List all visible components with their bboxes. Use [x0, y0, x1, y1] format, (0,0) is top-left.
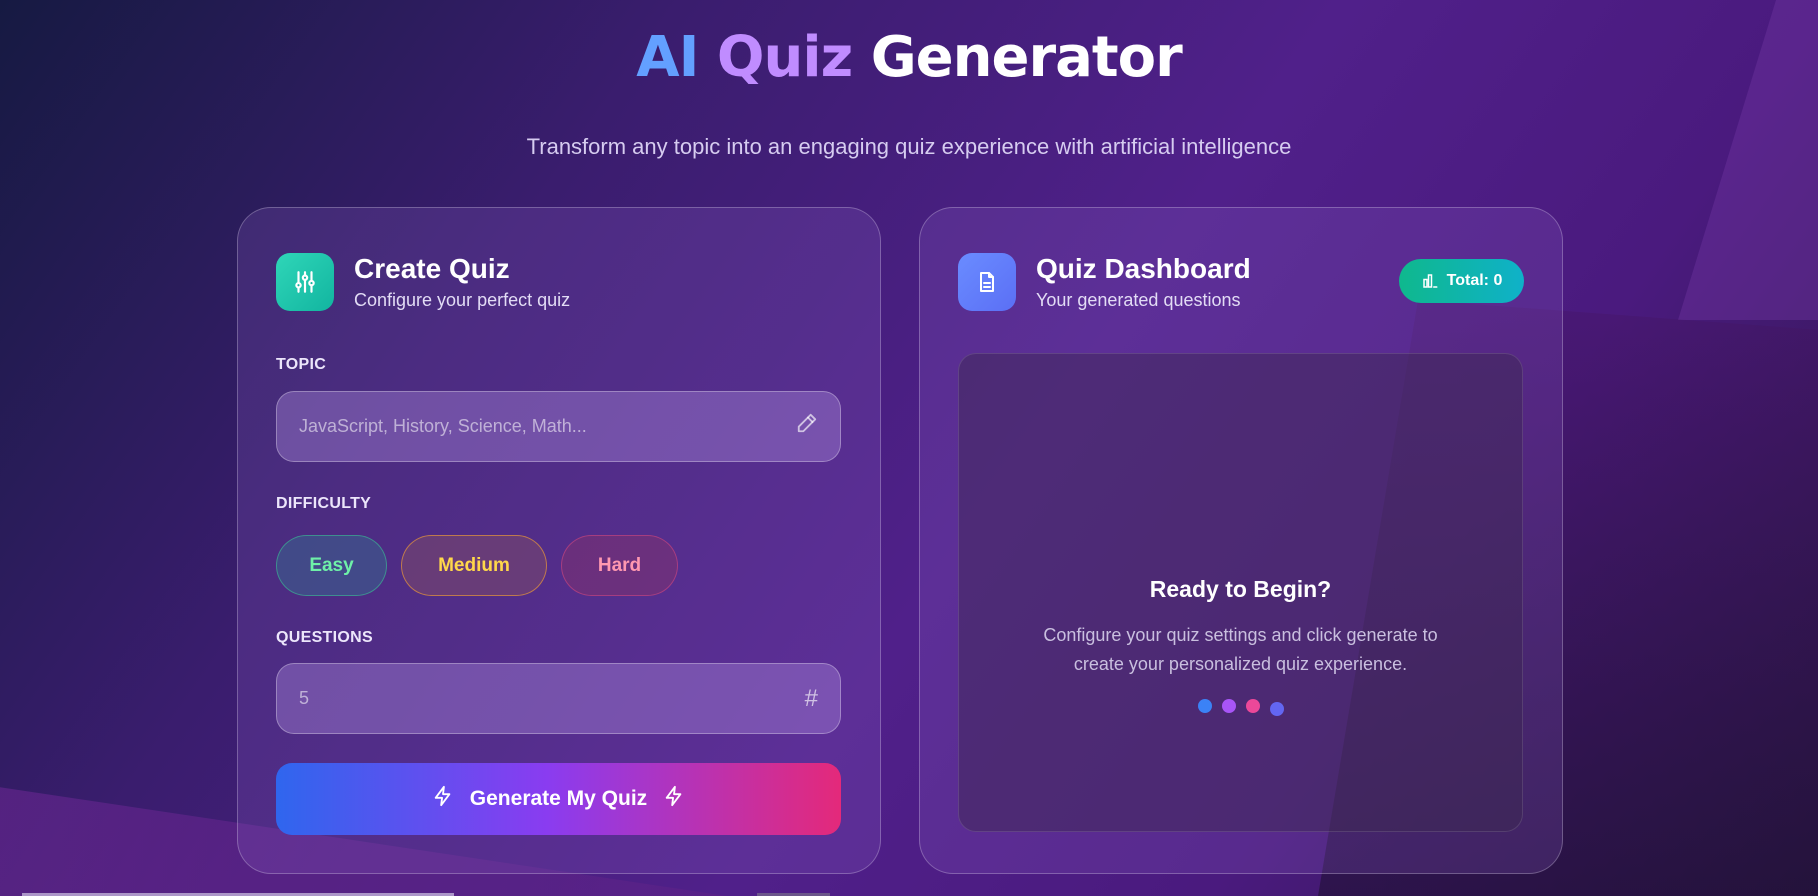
generate-quiz-button[interactable]: Generate My Quiz: [276, 763, 841, 835]
dashboard-header: Quiz Dashboard Your generated questions: [958, 252, 1251, 311]
total-badge: Total: 0: [1399, 259, 1524, 303]
questions-label: QUESTIONS: [276, 629, 373, 646]
total-count: Total: 0: [1446, 272, 1503, 289]
difficulty-easy-button[interactable]: Easy: [276, 535, 387, 596]
dashboard-subtitle: Your generated questions: [1036, 290, 1241, 310]
questions-placeholder: 5: [299, 688, 310, 708]
page-title: AI Quiz Generator: [0, 22, 1818, 94]
document-icon: [958, 252, 1016, 311]
difficulty-hard-button[interactable]: Hard: [561, 535, 678, 596]
create-quiz-card: Create Quiz Configure your perfect quiz …: [237, 207, 881, 874]
empty-state-text: Configure your quiz settings and click g…: [1043, 625, 1438, 674]
questions-input[interactable]: 5 #: [276, 663, 841, 734]
create-quiz-title: Create Quiz: [354, 253, 510, 284]
page-subtitle: Transform any topic into an engaging qui…: [526, 134, 1292, 159]
empty-state: Ready to Begin? Configure your quiz sett…: [958, 353, 1523, 832]
empty-state-title: Ready to Begin?: [1149, 576, 1332, 602]
topic-label: TOPIC: [276, 356, 327, 373]
quiz-dashboard-card: Quiz Dashboard Your generated questions …: [919, 207, 1563, 874]
loading-dots: [959, 699, 1522, 716]
loading-dot: [1197, 699, 1212, 713]
topic-input[interactable]: JavaScript, History, Science, Math...: [276, 391, 841, 462]
hash-icon: #: [804, 684, 818, 712]
lightning-icon: [432, 784, 454, 814]
create-quiz-subtitle: Configure your perfect quiz: [354, 290, 571, 310]
generate-quiz-label: Generate My Quiz: [469, 787, 648, 810]
topic-placeholder: JavaScript, History, Science, Math...: [299, 416, 587, 436]
sliders-icon: [276, 252, 334, 311]
create-quiz-header: Create Quiz Configure your perfect quiz: [276, 252, 570, 311]
loading-dot: [1245, 699, 1260, 713]
pencil-icon: [796, 412, 818, 441]
difficulty-medium-button[interactable]: Medium: [401, 535, 547, 596]
title-quiz: Quiz: [716, 25, 853, 90]
bar-chart-icon: [1422, 274, 1438, 288]
dashboard-title: Quiz Dashboard: [1036, 253, 1251, 284]
loading-dot: [1221, 699, 1236, 713]
page-header: AI Quiz Generator Transform any topic in…: [0, 22, 1818, 160]
title-generator: Generator: [870, 25, 1183, 90]
difficulty-label: DIFFICULTY: [276, 495, 372, 512]
title-ai: AI: [636, 25, 699, 90]
loading-dot: [1269, 702, 1284, 716]
lightning-icon: [663, 784, 685, 814]
